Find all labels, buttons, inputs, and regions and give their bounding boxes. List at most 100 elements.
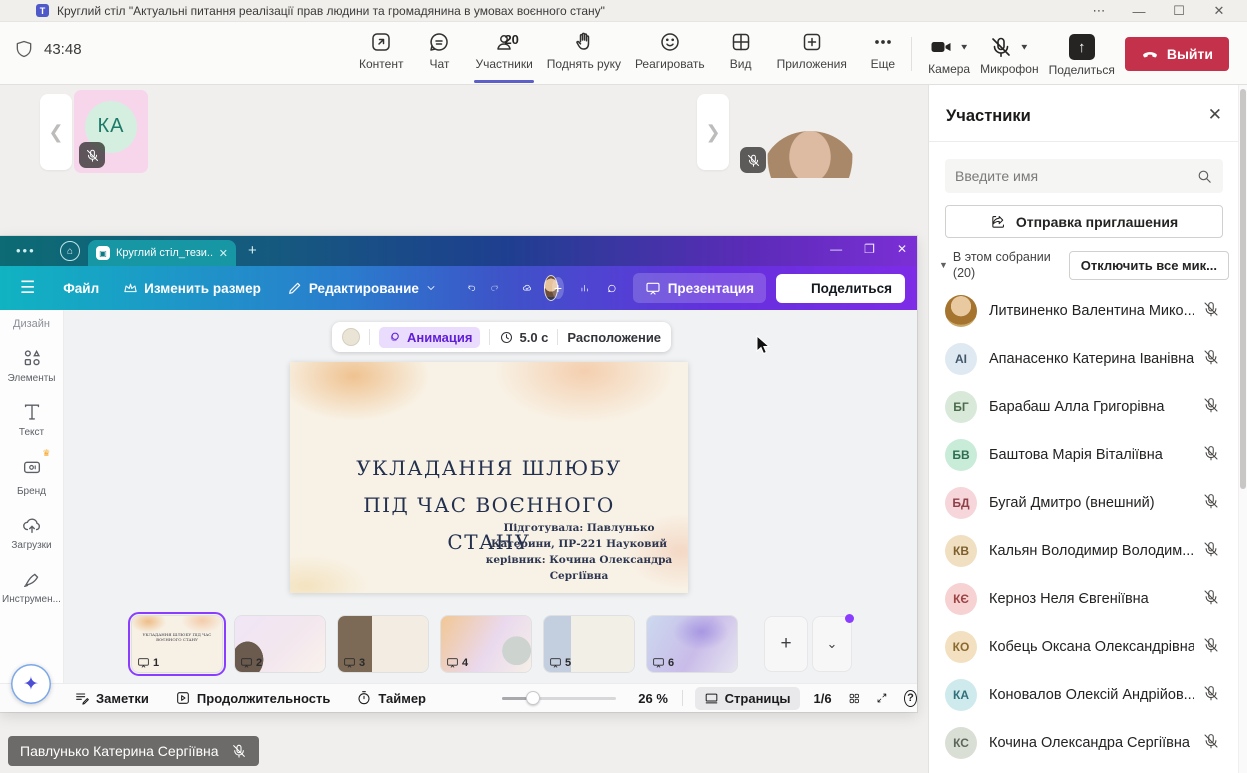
animation-button[interactable]: Анимация: [379, 327, 480, 348]
participant-mic-muted-icon[interactable]: [1202, 444, 1220, 467]
insights-chart-icon[interactable]: [580, 279, 589, 297]
participant-mic-muted-icon[interactable]: [1202, 540, 1220, 563]
strip-prev-button[interactable]: ❮: [40, 94, 72, 170]
participant-row[interactable]: БГ Барабаш Алла Григорівна: [929, 383, 1238, 431]
participant-mic-muted-icon[interactable]: [1202, 636, 1220, 659]
participant-mic-muted-icon[interactable]: [1202, 684, 1220, 707]
sidebar-item-uploads[interactable]: Загрузки: [0, 514, 64, 551]
timer-button[interactable]: Таймер: [356, 690, 426, 706]
canva-minimize-button[interactable]: —: [830, 242, 842, 256]
sidebar-item-design[interactable]: Дизайн: [0, 318, 64, 330]
view-button[interactable]: Вид: [712, 22, 770, 85]
collapse-filmstrip-button[interactable]: ⌄: [812, 616, 852, 672]
participant-row[interactable]: КЄ Керноз Неля Євгеніївна: [929, 575, 1238, 623]
notes-button[interactable]: Заметки: [74, 690, 149, 706]
canva-close-button[interactable]: ✕: [897, 242, 907, 256]
slide-thumbnail[interactable]: 2: [235, 616, 325, 672]
canva-active-tab[interactable]: ▣ Круглий стіл_тези... ✕: [88, 240, 236, 266]
microphone-button[interactable]: ▼ Микрофон: [980, 31, 1038, 76]
new-tab-button[interactable]: +: [248, 242, 257, 259]
chat-button[interactable]: Чат: [410, 22, 468, 85]
raise-hand-icon: [572, 30, 596, 54]
resize-button[interactable]: Изменить размер: [123, 281, 261, 296]
undo-icon[interactable]: [467, 279, 476, 297]
zoom-slider-knob[interactable]: [526, 691, 540, 705]
section-collapse-caret[interactable]: ▼: [939, 260, 948, 270]
scrollbar-thumb[interactable]: [1240, 89, 1246, 489]
leave-button[interactable]: Выйти: [1125, 37, 1229, 71]
home-icon[interactable]: ⌂: [60, 241, 80, 261]
fullscreen-icon[interactable]: [876, 690, 888, 706]
strip-next-button[interactable]: ❯: [697, 94, 729, 170]
add-collaborator-button[interactable]: +: [552, 277, 563, 299]
slide-thumbnail[interactable]: 3: [338, 616, 428, 672]
participants-button[interactable]: 20 Участники: [468, 22, 539, 85]
participant-row[interactable]: КО Кобець Оксана Олександрівна: [929, 623, 1238, 671]
canva-maximize-button[interactable]: ❐: [864, 242, 875, 256]
sidebar-item-elements[interactable]: Элементы: [0, 347, 64, 384]
participant-mic-muted-icon[interactable]: [1202, 588, 1220, 611]
participant-row[interactable]: БД Бугай Дмитро (внешний): [929, 479, 1238, 527]
position-button[interactable]: Расположение: [567, 330, 661, 345]
slide-thumbnail[interactable]: 1 УКЛАДАННЯ ШЛЮБУ ПІД ЧАС ВОЄННОГО СТАНУ: [132, 616, 222, 672]
participant-mic-muted-icon[interactable]: [1202, 300, 1220, 323]
video-tile-initials[interactable]: КА: [74, 90, 148, 173]
raise-hand-button[interactable]: Поднять руку: [540, 22, 628, 85]
tabbar-more-icon[interactable]: •••: [16, 243, 36, 258]
react-button[interactable]: Реагировать: [628, 22, 712, 85]
window-close-button[interactable]: ✕: [1199, 0, 1239, 22]
panel-scrollbar[interactable]: [1239, 85, 1247, 773]
pages-button[interactable]: Страницы: [695, 687, 800, 710]
canva-assistant-button[interactable]: ✦: [11, 664, 51, 704]
file-menu[interactable]: Файл: [63, 281, 99, 296]
duration-button[interactable]: 5.0 с: [499, 330, 548, 345]
sidebar-item-brand[interactable]: ♛ Бренд: [0, 455, 64, 497]
search-box[interactable]: [945, 159, 1223, 193]
redo-icon[interactable]: [490, 279, 499, 297]
apps-button[interactable]: Приложения: [770, 22, 854, 85]
participant-row[interactable]: КА Коновалов Олексій Андрійов...: [929, 671, 1238, 719]
presentation-slide[interactable]: УКЛАДАННЯ ШЛЮБУ ПІД ЧАС ВОЄННОГО СТАНУ П…: [290, 362, 688, 593]
add-slide-button[interactable]: +: [764, 616, 808, 672]
tab-close-icon[interactable]: ✕: [219, 247, 228, 260]
share-screen-button[interactable]: ↑ Поделиться: [1049, 30, 1115, 77]
slide-thumbnail[interactable]: 5: [544, 616, 634, 672]
participant-row[interactable]: АІ Апанасенко Катерина Іванівна: [929, 335, 1238, 383]
window-minimize-button[interactable]: —: [1119, 0, 1159, 22]
slide-thumbnail[interactable]: 6: [647, 616, 737, 672]
duration-toolbar-button[interactable]: Продолжительность: [175, 690, 330, 706]
help-button[interactable]: ?: [904, 690, 917, 707]
window-more-button[interactable]: ⋯: [1079, 0, 1119, 22]
participant-mic-muted-icon[interactable]: [1202, 348, 1220, 371]
shared-screen-canva-window[interactable]: ••• ⌂ ▣ Круглий стіл_тези... ✕ + — ❐ ✕ ☰…: [0, 236, 917, 712]
sidebar-item-text[interactable]: Текст: [0, 401, 64, 438]
participant-mic-muted-icon[interactable]: [1202, 492, 1220, 515]
participant-row[interactable]: КВ Кальян Володимир Володим...: [929, 527, 1238, 575]
present-button[interactable]: Презентация: [633, 273, 766, 303]
camera-dropdown-chevron[interactable]: ▼: [959, 43, 969, 52]
content-button[interactable]: Контент: [352, 22, 410, 85]
window-maximize-button[interactable]: ☐: [1159, 0, 1199, 22]
participant-row[interactable]: КС Кочина Олександра Сергіївна: [929, 719, 1238, 767]
grid-view-icon[interactable]: [848, 690, 861, 707]
color-swatch[interactable]: [342, 328, 360, 346]
zoom-slider[interactable]: [502, 697, 616, 700]
slide-thumbnail[interactable]: 4: [441, 616, 531, 672]
mute-all-button[interactable]: Отключить все мик...: [1069, 251, 1229, 280]
participant-row[interactable]: БВ Баштова Марія Віталіївна: [929, 431, 1238, 479]
send-invite-button[interactable]: Отправка приглашения: [945, 205, 1223, 238]
featured-video-tile[interactable]: [735, 88, 885, 178]
panel-close-icon[interactable]: ✕: [1208, 105, 1222, 125]
camera-button[interactable]: ▼ Камера: [928, 31, 970, 76]
comment-icon[interactable]: [607, 279, 617, 298]
canva-share-button[interactable]: Поделиться: [776, 274, 905, 303]
participant-mic-muted-icon[interactable]: [1202, 732, 1220, 755]
search-input[interactable]: [955, 168, 1196, 184]
mic-dropdown-chevron[interactable]: ▼: [1019, 43, 1029, 52]
menu-hamburger-icon[interactable]: ☰: [20, 278, 35, 298]
sidebar-item-tools[interactable]: Инструмен...: [0, 568, 64, 605]
editing-mode-dropdown[interactable]: Редактирование: [287, 280, 437, 296]
participant-mic-muted-icon[interactable]: [1202, 396, 1220, 419]
participant-row[interactable]: Литвиненко Валентина Мико...: [929, 287, 1238, 335]
more-button[interactable]: Еще: [854, 22, 912, 85]
